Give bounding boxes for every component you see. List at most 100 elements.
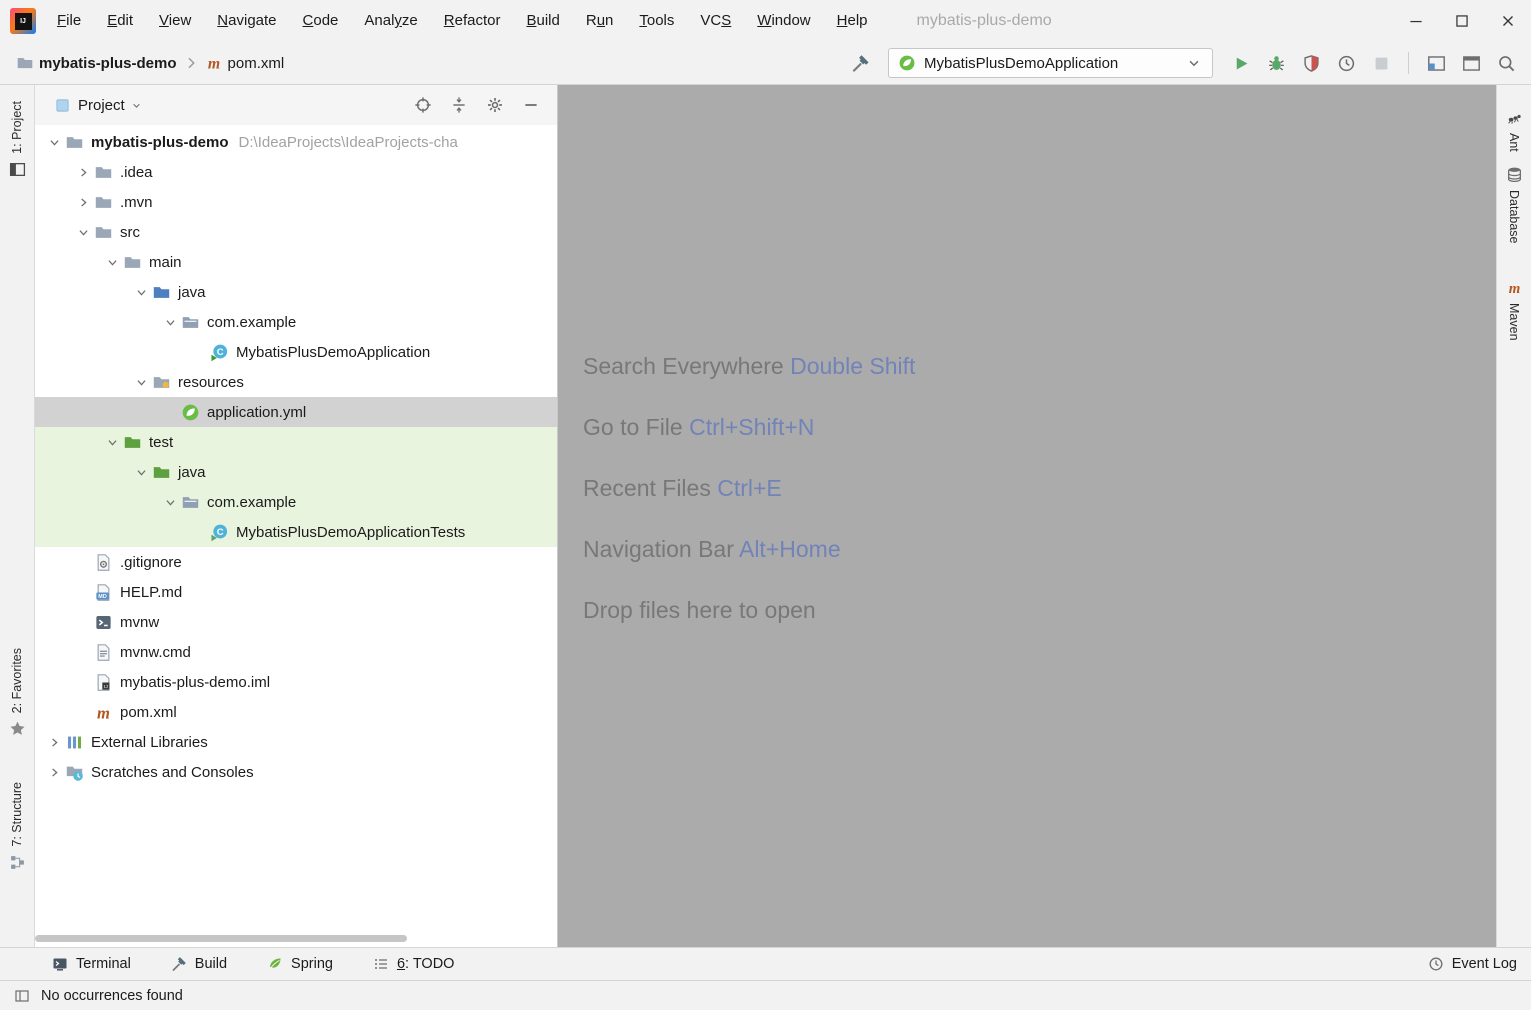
tool-button-database[interactable]: Database bbox=[1506, 166, 1523, 244]
hide-panel-button[interactable] bbox=[517, 91, 545, 119]
menu-window[interactable]: Window bbox=[744, 0, 823, 42]
tree-item-mvnw[interactable]: mvnw bbox=[35, 607, 557, 637]
tree-item-mybatis-plus-demo-iml[interactable]: IJmybatis-plus-demo.iml bbox=[35, 667, 557, 697]
chevron-right-icon[interactable] bbox=[72, 194, 94, 210]
tree-item-label: main bbox=[149, 254, 182, 271]
hint-shortcut: Ctrl+E bbox=[711, 475, 782, 501]
menu-analyze[interactable]: Analyze bbox=[351, 0, 430, 42]
chevron-down-icon[interactable] bbox=[159, 494, 181, 510]
debug-button[interactable] bbox=[1261, 48, 1291, 78]
editor-area[interactable]: Search Everywhere Double ShiftGo to File… bbox=[558, 85, 1496, 947]
tree-item-java[interactable]: java bbox=[35, 277, 557, 307]
stop-button[interactable] bbox=[1366, 48, 1396, 78]
horizontal-scrollbar[interactable] bbox=[35, 935, 407, 942]
tool-button-project[interactable]: 1: Project bbox=[9, 101, 26, 178]
menu-code[interactable]: Code bbox=[290, 0, 352, 42]
tool-button-favorites[interactable]: 2: Favorites bbox=[9, 648, 26, 737]
chevron-right-icon[interactable] bbox=[43, 734, 65, 750]
collapse-all-button[interactable] bbox=[445, 91, 473, 119]
tree-item-scratches-and-consoles[interactable]: Scratches and Consoles bbox=[35, 757, 557, 787]
tree-item-help-md[interactable]: MDHELP.md bbox=[35, 577, 557, 607]
tool-window-button-terminal[interactable]: Terminal bbox=[52, 956, 131, 972]
menu-vcs[interactable]: VCS bbox=[687, 0, 744, 42]
tree-item-mybatisplusdemoapplication[interactable]: CMybatisPlusDemoApplication bbox=[35, 337, 557, 367]
event-log-button[interactable]: Event Log bbox=[1428, 956, 1517, 972]
status-message: No occurrences found bbox=[41, 988, 183, 1004]
menu-file[interactable]: File bbox=[44, 0, 94, 42]
chevron-down-icon[interactable] bbox=[130, 464, 152, 480]
tool-window-button-6-todo[interactable]: 6: TODO bbox=[373, 956, 455, 972]
tree-item-main[interactable]: main bbox=[35, 247, 557, 277]
menu-help[interactable]: Help bbox=[824, 0, 881, 42]
chevron-down-icon[interactable] bbox=[130, 374, 152, 390]
svg-text:m: m bbox=[1508, 281, 1520, 296]
tool-window-button-spring[interactable]: Spring bbox=[267, 956, 333, 972]
tree-item-test[interactable]: test bbox=[35, 427, 557, 457]
project-view-selector[interactable]: Project bbox=[78, 97, 125, 114]
search-everywhere-button[interactable] bbox=[1491, 48, 1521, 78]
breadcrumb-project[interactable]: mybatis-plus-demo bbox=[39, 55, 177, 72]
minimize-icon bbox=[1407, 12, 1425, 30]
tree-item-mvn[interactable]: .mvn bbox=[35, 187, 557, 217]
tree-item-resources[interactable]: resources bbox=[35, 367, 557, 397]
build-button[interactable] bbox=[845, 48, 875, 78]
chevron-down-icon[interactable] bbox=[130, 99, 143, 112]
menu-navigate[interactable]: Navigate bbox=[204, 0, 289, 42]
coverage-button[interactable] bbox=[1296, 48, 1326, 78]
profiler-button[interactable] bbox=[1331, 48, 1361, 78]
tool-windows-button[interactable] bbox=[1421, 48, 1451, 78]
tree-item-application-yml[interactable]: application.yml bbox=[35, 397, 557, 427]
tool-button-ant[interactable]: Ant bbox=[1506, 109, 1523, 152]
breadcrumb-file[interactable]: pom.xml bbox=[228, 55, 285, 72]
run-button[interactable] bbox=[1226, 48, 1256, 78]
chevron-down-icon[interactable] bbox=[43, 134, 65, 150]
editor-preview-button[interactable] bbox=[1456, 48, 1486, 78]
hint-label: Search Everywhere bbox=[583, 353, 784, 379]
minimize-button[interactable] bbox=[1393, 0, 1439, 42]
tree-item-mvnw-cmd[interactable]: mvnw.cmd bbox=[35, 637, 557, 667]
chevron-right-icon[interactable] bbox=[43, 764, 65, 780]
tree-item-src[interactable]: src bbox=[35, 217, 557, 247]
folder-icon bbox=[94, 193, 113, 212]
tree-item-java[interactable]: java bbox=[35, 457, 557, 487]
menu-refactor[interactable]: Refactor bbox=[431, 0, 514, 42]
chevron-down-icon[interactable] bbox=[130, 284, 152, 300]
tool-button-structure[interactable]: 7: Structure bbox=[9, 782, 26, 871]
window-icon bbox=[1462, 54, 1481, 73]
locate-file-button[interactable] bbox=[409, 91, 437, 119]
menu-run[interactable]: Run bbox=[573, 0, 627, 42]
tree-item-com-example[interactable]: com.example bbox=[35, 487, 557, 517]
tree-item-label: External Libraries bbox=[91, 734, 208, 751]
chevron-down-icon[interactable] bbox=[159, 314, 181, 330]
menu-view[interactable]: View bbox=[146, 0, 204, 42]
tree-item-gitignore[interactable]: .gitignore bbox=[35, 547, 557, 577]
tree-item-mybatisplusdemoapplicationtests[interactable]: CMybatisPlusDemoApplicationTests bbox=[35, 517, 557, 547]
chevron-down-icon[interactable] bbox=[101, 434, 123, 450]
chevron-right-icon[interactable] bbox=[72, 164, 94, 180]
menu-build[interactable]: Build bbox=[513, 0, 572, 42]
editor-hint-go-to-file: Go to File Ctrl+Shift+N bbox=[583, 414, 915, 441]
close-icon bbox=[1499, 12, 1517, 30]
close-button[interactable] bbox=[1485, 0, 1531, 42]
coverage-icon bbox=[1302, 54, 1321, 73]
panel-settings-button[interactable] bbox=[481, 91, 509, 119]
tool-button-maven[interactable]: m Maven bbox=[1506, 279, 1523, 341]
tree-item-mybatis-plus-demo[interactable]: mybatis-plus-demoD:\IdeaProjects\IdeaPro… bbox=[35, 127, 557, 157]
tree-item-external-libraries[interactable]: External Libraries bbox=[35, 727, 557, 757]
run-configuration-select[interactable]: MybatisPlusDemoApplication bbox=[888, 48, 1213, 78]
menu-edit[interactable]: Edit bbox=[94, 0, 146, 42]
chevron-down-icon[interactable] bbox=[101, 254, 123, 270]
maximize-button[interactable] bbox=[1439, 0, 1485, 42]
tool-window-button-build[interactable]: Build bbox=[171, 956, 227, 972]
tree-item-label: MybatisPlusDemoApplication bbox=[236, 344, 430, 361]
tool-button-database-label: Database bbox=[1507, 190, 1521, 244]
event-log-icon bbox=[1428, 956, 1444, 972]
tree-item-idea[interactable]: .idea bbox=[35, 157, 557, 187]
chevron-down-icon[interactable] bbox=[72, 224, 94, 240]
project-tool-window-icon bbox=[9, 161, 26, 178]
profiler-icon bbox=[1337, 54, 1356, 73]
menu-tools[interactable]: Tools bbox=[626, 0, 687, 42]
tree-item-com-example[interactable]: com.example bbox=[35, 307, 557, 337]
ant-icon bbox=[1506, 109, 1523, 126]
tree-item-pom-xml[interactable]: mpom.xml bbox=[35, 697, 557, 727]
